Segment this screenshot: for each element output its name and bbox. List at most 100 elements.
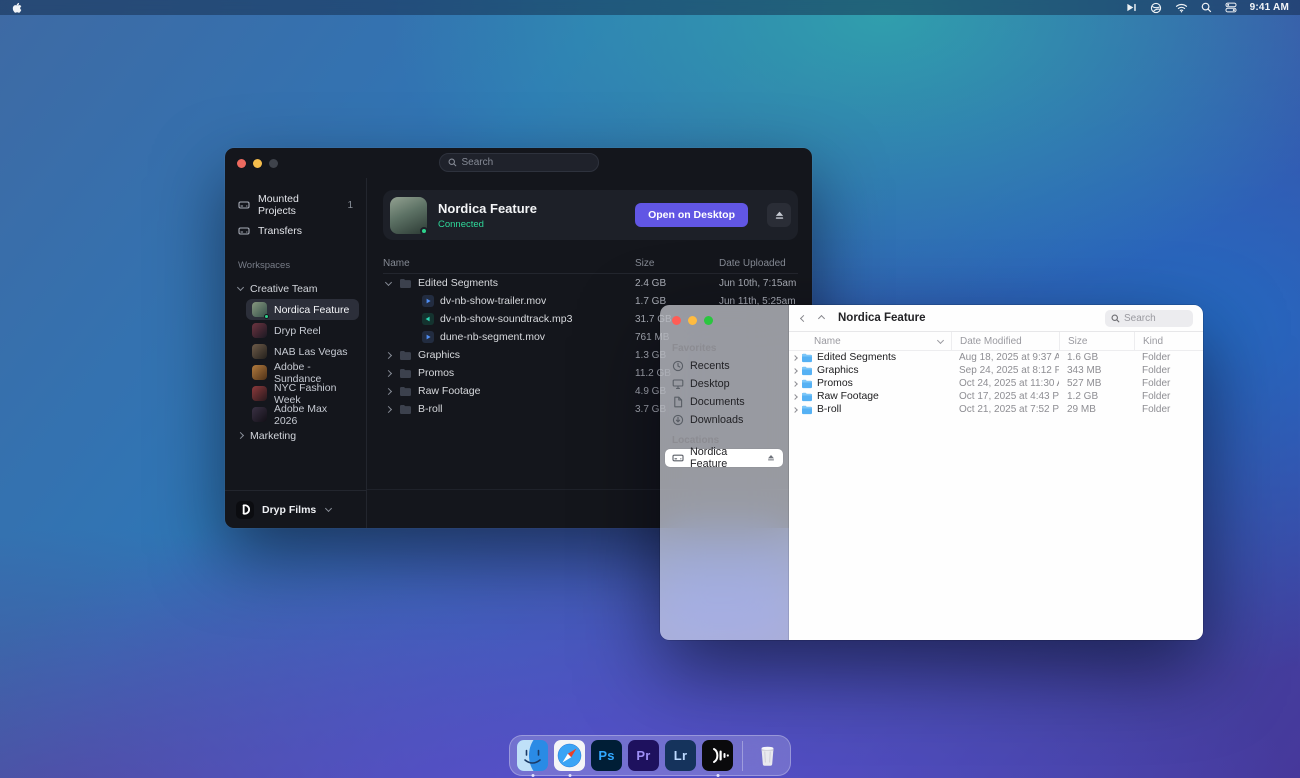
document-icon (672, 396, 684, 408)
dock-trash-icon[interactable] (752, 740, 783, 771)
file-name: Promos (418, 367, 454, 379)
search-placeholder: Search (462, 157, 494, 168)
finder-file-row[interactable]: Graphics Sep 24, 2025 at 8:12 PM 343 MB … (789, 364, 1203, 377)
finder-search-input[interactable]: Search (1105, 310, 1193, 327)
dock-finder-icon[interactable] (517, 740, 548, 771)
adobe-app-label: Lr (665, 740, 696, 771)
workspace-item[interactable]: Nordica Feature (246, 299, 359, 320)
spotlight-search-icon[interactable] (1201, 2, 1212, 13)
disclosure-chevron-icon (237, 284, 244, 291)
date-modified: Oct 24, 2025 at 11:30 AM (951, 378, 1059, 389)
file-name: dv-nb-show-soundtrack.mp3 (440, 313, 572, 325)
dock-safari-icon[interactable] (554, 740, 585, 771)
wifi-icon[interactable] (1175, 3, 1188, 13)
apple-menu-icon[interactable] (11, 2, 22, 14)
running-indicator-dot (716, 774, 719, 777)
project-status: Connected (438, 219, 537, 230)
workspace-item[interactable]: NAB Las Vegas (246, 341, 359, 362)
eject-button[interactable] (767, 203, 791, 227)
file-type-icon (399, 350, 412, 361)
folder-icon (801, 392, 813, 402)
dock-dryp-icon[interactable] (702, 740, 733, 771)
dock-premiere-icon[interactable]: Pr (628, 740, 659, 771)
file-type-icon (399, 386, 412, 397)
forward-button[interactable] (817, 314, 826, 323)
project-thumbnail (390, 197, 427, 234)
workspace-item[interactable]: Adobe Max 2026 (246, 404, 359, 425)
eject-icon[interactable] (766, 453, 776, 463)
row-disclosure[interactable] (383, 353, 393, 358)
file-type-icon (399, 404, 412, 415)
row-disclosure[interactable] (383, 407, 393, 412)
close-button[interactable] (237, 159, 246, 168)
column-size[interactable]: Size (635, 258, 719, 269)
open-on-desktop-button[interactable]: Open on Desktop (635, 203, 748, 227)
browser-globe-icon[interactable] (1150, 2, 1162, 14)
menu-bar-clock[interactable]: 9:41 AM (1250, 2, 1289, 13)
finder-file-row[interactable]: Promos Oct 24, 2025 at 11:30 AM 527 MB F… (789, 377, 1203, 390)
zoom-button[interactable] (704, 316, 713, 325)
file-size: 1.2 GB (1059, 391, 1134, 402)
finder-file-row[interactable]: Raw Footage Oct 17, 2025 at 4:43 PM 1.2 … (789, 390, 1203, 403)
finder-sidebar-item[interactable]: Downloads (665, 411, 783, 429)
date-modified: Oct 21, 2025 at 7:52 PM (951, 404, 1059, 415)
minimize-button[interactable] (688, 316, 697, 325)
dock-photoshop-icon[interactable]: Ps (591, 740, 622, 771)
column-kind[interactable]: Kind (1134, 332, 1203, 350)
finder-file-row[interactable]: Edited Segments Aug 18, 2025 at 9:37 AM … (789, 351, 1203, 364)
disclosure-chevron-icon (237, 432, 244, 439)
project-title: Nordica Feature (438, 201, 537, 216)
finder-file-row[interactable]: B-roll Oct 21, 2025 at 7:52 PM 29 MB Fol… (789, 403, 1203, 416)
file-name: B-roll (817, 404, 841, 415)
control-center-icon[interactable] (1225, 2, 1237, 13)
online-status-dot (264, 314, 269, 319)
row-disclosure[interactable] (383, 282, 393, 285)
sidebar-item-label: Desktop (690, 378, 730, 390)
column-size[interactable]: Size (1059, 332, 1134, 350)
account-switcher[interactable]: Dryp Films (225, 490, 366, 528)
finder-sidebar-location[interactable]: Nordica Feature (665, 449, 783, 467)
workspace-item[interactable]: Marketing (232, 425, 359, 446)
row-disclosure[interactable] (383, 371, 393, 376)
date-modified: Aug 18, 2025 at 9:37 AM (951, 352, 1059, 363)
minimize-button[interactable] (253, 159, 262, 168)
workspace-item[interactable]: NYC Fashion Week (246, 383, 359, 404)
sidebar-nav-item[interactable]: Mounted Projects 1 (232, 192, 359, 218)
finder-sidebar-item[interactable]: Desktop (665, 375, 783, 393)
column-date-modified[interactable]: Date Modified (951, 332, 1059, 350)
desktop-icon (672, 378, 684, 390)
disclosure-chevron-icon[interactable] (792, 381, 798, 387)
sidebar-nav-item[interactable]: Transfers (232, 218, 359, 244)
workspace-label: Creative Team (250, 283, 318, 295)
disclosure-chevron-icon[interactable] (792, 407, 798, 413)
column-name[interactable]: Name (383, 258, 635, 269)
finder-window: Favorites Recents (660, 305, 1203, 640)
dock-lightroom-icon[interactable]: Lr (665, 740, 696, 771)
nav-item-badge: 1 (347, 200, 353, 211)
zoom-button[interactable] (269, 159, 278, 168)
column-date-uploaded[interactable]: Date Uploaded (719, 258, 798, 269)
disclosure-chevron-icon[interactable] (792, 355, 798, 361)
app-search-input[interactable]: Search (439, 153, 599, 172)
file-row[interactable]: Edited Segments 2.4 GB Jun 10th, 7:15am (383, 274, 798, 292)
disclosure-chevron-icon[interactable] (792, 394, 798, 400)
file-size: 29 MB (1059, 404, 1134, 415)
row-disclosure[interactable] (383, 389, 393, 394)
file-kind: Folder (1134, 352, 1203, 363)
workspace-item[interactable]: Dryp Reel (246, 320, 359, 341)
back-button[interactable] (799, 314, 808, 323)
close-button[interactable] (672, 316, 681, 325)
date-modified: Sep 24, 2025 at 8:12 PM (951, 365, 1059, 376)
finder-sidebar-item[interactable]: Documents (665, 393, 783, 411)
workspace-item[interactable]: Creative Team (232, 278, 359, 299)
screen-mirroring-icon[interactable] (1126, 2, 1137, 13)
folder-icon (801, 379, 813, 389)
finder-sidebar-item[interactable]: Recents (665, 357, 783, 375)
workspace-label: Adobe Max 2026 (274, 403, 353, 427)
workspace-item[interactable]: Adobe - Sundance (246, 362, 359, 383)
sidebar-item-label: Nordica Feature (690, 446, 760, 470)
disclosure-chevron-icon[interactable] (792, 368, 798, 374)
column-name[interactable]: Name (789, 332, 951, 350)
file-kind: Folder (1134, 404, 1203, 415)
sidebar-item-label: Documents (690, 396, 745, 408)
